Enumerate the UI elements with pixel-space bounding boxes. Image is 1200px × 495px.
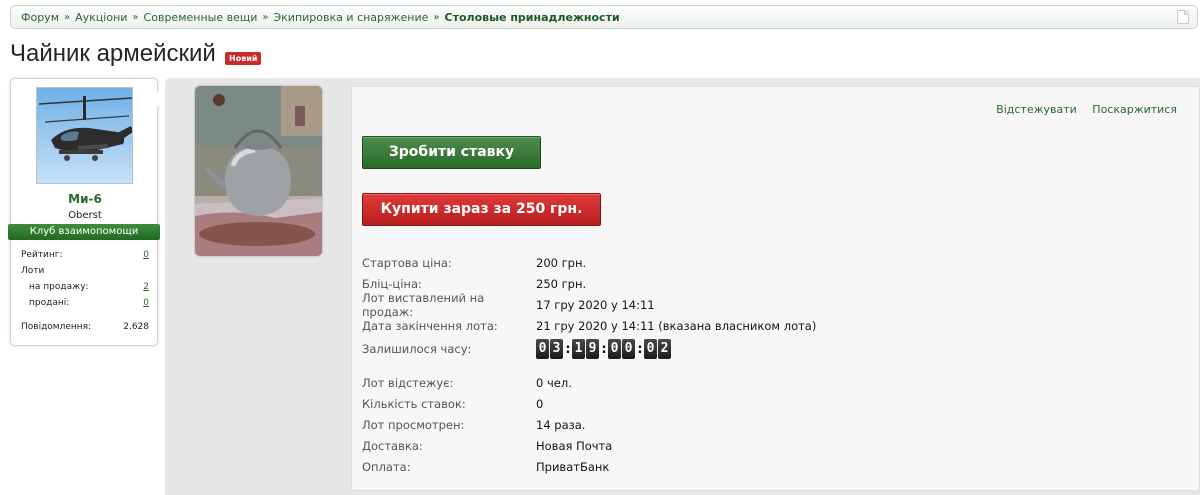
countdown-timer: 03 : 19 : 00 : 02 (536, 338, 672, 360)
info-label: Лот відстежує: (362, 375, 454, 390)
stat-for-sale: на продажу: 2 (21, 279, 149, 295)
lot-info: Стартова ціна: 200 грн. Бліц-ціна: 250 г… (362, 252, 816, 477)
user-card: Ми-6 Oberst Клуб взаимопомощи Рейтинг: 0… (8, 78, 165, 346)
info-label: Бліц-ціна: (362, 276, 422, 291)
end-value: 21 гру 2020 у 14:11 (вказана власником л… (536, 318, 817, 333)
info-label: Оплата: (362, 459, 411, 474)
info-label: Доставка: (362, 438, 423, 453)
timer-colon: : (637, 341, 643, 357)
stat-sold: продані: 0 (21, 295, 149, 311)
info-bids: Кількість ставок: 0 (362, 393, 816, 414)
info-label: Кількість ставок: (362, 396, 466, 411)
place-bid-button[interactable]: Зробити ставку (362, 136, 541, 169)
breadcrumb-current[interactable]: Столовые принадлежности (445, 11, 620, 24)
page-title: Чайник армейский (10, 40, 216, 67)
payment-value: ПриватБанк (536, 459, 610, 474)
views-value: 14 раза. (536, 417, 586, 432)
breadcrumb-separator: » (64, 11, 71, 23)
stat-lots: Лоти (21, 263, 149, 279)
user-rank: Oberst (68, 210, 102, 221)
info-listed: Лот виставлений на продаж: 17 гру 2020 у… (362, 291, 816, 319)
avatar[interactable] (36, 87, 133, 184)
stat-rating: Рейтинг: 0 (21, 247, 149, 263)
helicopter-avatar-image (37, 88, 132, 183)
timer-digit: 2 (658, 339, 671, 359)
club-banner: Клуб взаимопомощи (8, 224, 160, 240)
info-remaining: Залишилося часу: 03 : 19 : 00 : 02 (362, 336, 816, 362)
info-delivery: Доставка: Новая Почта (362, 435, 816, 456)
timer-digit: 1 (572, 339, 585, 359)
info-label: Стартова ціна: (362, 255, 452, 270)
timer-digit: 0 (644, 339, 657, 359)
stat-label: Рейтинг: (21, 250, 63, 260)
timer-digit: 0 (536, 339, 549, 359)
stat-label: продані: (29, 298, 70, 308)
info-label: Дата закінчення лота: (362, 318, 498, 333)
delivery-value: Новая Почта (536, 438, 613, 453)
timer-colon: : (565, 341, 571, 357)
stat-messages: Повідомлення: 2.628 (21, 319, 149, 335)
timer-digit: 0 (608, 339, 621, 359)
jump-to-icon[interactable] (1177, 10, 1189, 24)
new-badge: Новий (225, 52, 262, 65)
watchers-value: 0 чел. (536, 375, 572, 390)
info-end: Дата закінчення лота: 21 гру 2020 у 14:1… (362, 315, 816, 336)
start-price-value: 200 грн. (536, 255, 587, 270)
user-stats: Рейтинг: 0 Лоти на продажу: 2 продані: 0… (21, 247, 149, 335)
info-label: Залишилося часу: (362, 342, 472, 356)
username[interactable]: Ми-6 (11, 192, 159, 206)
lot-actions: Відстежувати Поскаржитися (984, 103, 1177, 116)
info-watchers: Лот відстежує: 0 чел. (362, 372, 816, 393)
messages-count: 2.628 (123, 322, 149, 332)
stat-label: Лоти (21, 266, 45, 276)
kettle-photo (195, 86, 322, 256)
report-link[interactable]: Поскаржитися (1092, 103, 1177, 116)
timer-digit: 3 (550, 339, 563, 359)
info-views: Лот просмотрен: 14 раза. (362, 414, 816, 435)
breadcrumb-separator: » (433, 11, 440, 23)
stat-label: на продажу: (29, 282, 89, 292)
listed-value: 17 гру 2020 у 14:11 (536, 297, 655, 312)
timer-digit: 9 (586, 339, 599, 359)
timer-digit: 0 (622, 339, 635, 359)
breadcrumb-separator: » (262, 11, 269, 23)
bids-value: 0 (536, 396, 544, 411)
breadcrumb: Форум » Аукціони » Современные вещи » Эк… (10, 5, 1198, 29)
stat-label: Повідомлення: (21, 322, 92, 332)
info-label: Лот виставлений на продаж: (362, 290, 485, 319)
info-payment: Оплата: ПриватБанк (362, 456, 816, 477)
info-start-price: Стартова ціна: 200 грн. (362, 252, 816, 273)
buy-now-button[interactable]: Купити зараз за 250 грн. (362, 193, 601, 226)
breadcrumb-equipment[interactable]: Экипировка и снаряжение (273, 11, 428, 24)
info-label: Лот просмотрен: (362, 417, 465, 432)
rating-link[interactable]: 0 (143, 250, 149, 260)
sold-link[interactable]: 0 (143, 298, 149, 308)
timer-colon: : (601, 341, 607, 357)
breadcrumb-modern-things[interactable]: Современные вещи (144, 11, 258, 24)
watch-link[interactable]: Відстежувати (996, 103, 1077, 116)
for-sale-link[interactable]: 2 (143, 282, 149, 292)
breadcrumb-separator: » (132, 11, 139, 23)
product-thumbnail[interactable] (195, 86, 322, 256)
blitz-price-value: 250 грн. (536, 276, 587, 291)
breadcrumb-forum[interactable]: Форум (21, 11, 59, 24)
lot-detail-panel: Відстежувати Поскаржитися Зробити ставку… (351, 86, 1200, 491)
breadcrumb-auctions[interactable]: Аукціони (75, 11, 127, 24)
